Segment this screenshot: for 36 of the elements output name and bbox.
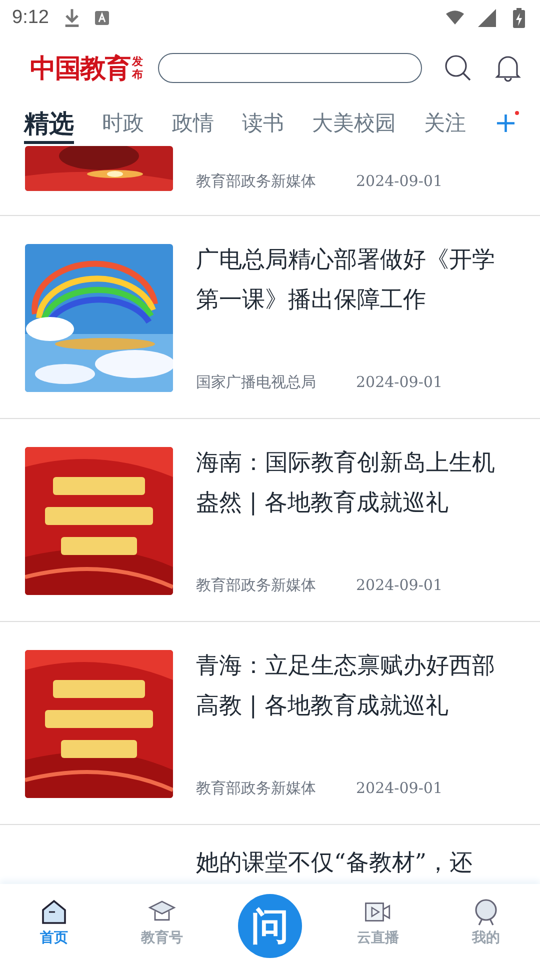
article-title: 广电总局精心部署做好《开学第一课》播出保障工作	[196, 246, 496, 315]
article-source: 教育部政务新媒体	[196, 779, 316, 798]
status-time: 9:12	[12, 7, 49, 29]
article-date: 2024-09-01	[356, 779, 442, 798]
search-icon[interactable]	[444, 54, 472, 82]
add-tab-button[interactable]: +	[494, 109, 518, 137]
article-date: 2024-09-01	[356, 373, 442, 392]
article-date: 2024-09-01	[356, 172, 442, 191]
bell-icon[interactable]	[494, 54, 522, 82]
category-tab[interactable]: 政情	[172, 105, 214, 141]
home-icon	[40, 898, 68, 926]
article-item[interactable]: 海南：国际教育创新岛上生机盎然 | 各地教育成就巡礼 教育部政务新媒体 2024-09-01	[0, 419, 540, 622]
nav-tab[interactable]: 教育号	[117, 898, 207, 946]
article-item[interactable]: 青海：立足生态禀赋办好西部高教 | 各地教育成就巡礼 教育部政务新媒体 2024-09-01	[0, 622, 540, 825]
category-tab[interactable]: 关注	[424, 105, 466, 141]
article-source: 国家广播电视总局	[196, 373, 316, 392]
category-tab[interactable]: 时政	[102, 105, 144, 141]
article-date: 2024-09-01	[356, 576, 442, 595]
search-field[interactable]	[158, 53, 422, 83]
nav-tab[interactable]: 云直播	[333, 898, 423, 946]
signal-icon	[478, 8, 496, 28]
article-item[interactable]: 广电总局精心部署做好《开学第一课》播出保障工作 国家广播电视总局 2024-09-01	[0, 216, 540, 419]
category-tab[interactable]: 读书	[242, 105, 284, 141]
download-icon	[62, 8, 81, 28]
article-source: 教育部政务新媒体	[196, 172, 316, 191]
nav-tab[interactable]: 首页	[9, 898, 99, 946]
user-icon	[472, 898, 500, 926]
ask-button[interactable]: 问	[238, 894, 302, 958]
article-title: 青海：立足生态禀赋办好西部高教 | 各地教育成就巡礼	[196, 652, 496, 721]
category-tab[interactable]: 大美校园	[312, 105, 396, 141]
article-title: 海南：国际教育创新岛上生机盎然 | 各地教育成就巡礼	[196, 449, 496, 518]
article-title: 她的课堂不仅“备教材”，还	[196, 849, 474, 878]
font-icon	[94, 11, 109, 25]
nav-tab[interactable]: 我的	[441, 898, 531, 946]
article-source: 教育部政务新媒体	[196, 576, 316, 595]
battery-icon	[510, 8, 528, 28]
